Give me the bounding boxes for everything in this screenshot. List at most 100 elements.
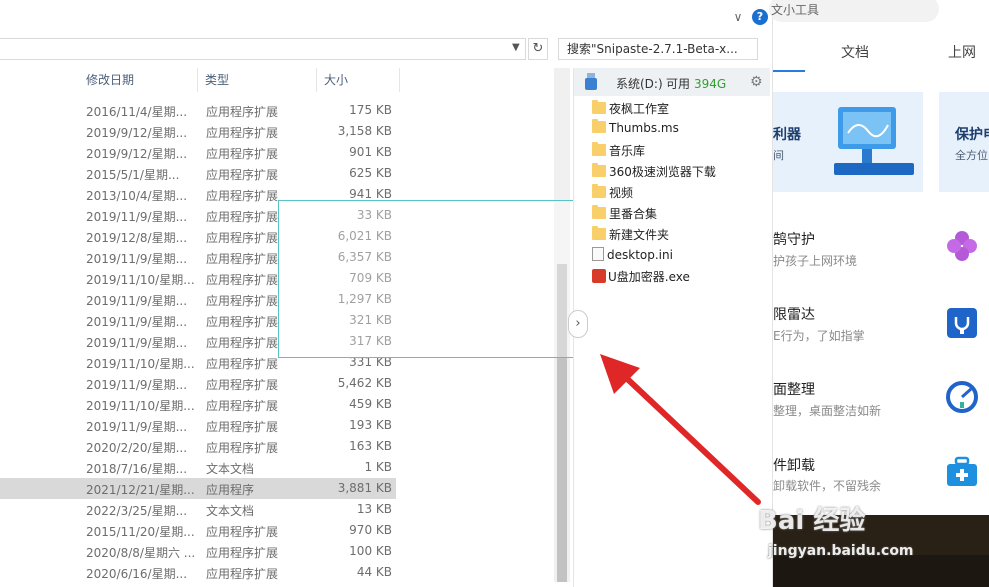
- cell-date: 2019/11/9/星期...: [86, 294, 188, 308]
- address-dropdown-icon[interactable]: ▼: [512, 42, 520, 53]
- gear-icon[interactable]: ⚙: [750, 75, 763, 89]
- tools-search-input[interactable]: 文小工具: [769, 0, 939, 22]
- tree-item[interactable]: U盘加密器.exe: [592, 268, 690, 289]
- table-row[interactable]: 2019/11/9/星期... 应用程序扩展 193 KB: [0, 415, 396, 436]
- tree-item-label: 新建文件夹: [609, 228, 670, 242]
- cell-date: 2020/6/16/星期...: [86, 567, 188, 581]
- folder-icon: [592, 226, 606, 240]
- help-icon[interactable]: ?: [752, 9, 768, 25]
- cell-type: 应用程序扩展: [206, 147, 279, 161]
- table-row[interactable]: 2019/11/10/星期... 应用程序扩展 459 KB: [0, 394, 396, 415]
- flower-icon[interactable]: [945, 229, 979, 263]
- cell-size: 901 KB: [349, 145, 392, 159]
- tree-item[interactable]: 新建文件夹: [592, 226, 669, 247]
- tree-item[interactable]: 夜枫工作室: [592, 100, 669, 121]
- table-row[interactable]: 2016/11/4/星期... 应用程序扩展 175 KB: [0, 100, 396, 121]
- cell-type: 应用程序: [206, 483, 255, 497]
- cell-date: 2022/3/25/星期...: [86, 504, 188, 518]
- exe-file-icon: [592, 269, 606, 283]
- usb-drive-icon: [585, 73, 597, 90]
- table-row[interactable]: 2022/3/25/星期... 文本文档 13 KB: [0, 499, 396, 520]
- cell-size: 1 KB: [364, 460, 392, 474]
- cell-date: 2019/11/9/星期...: [86, 210, 188, 224]
- cell-date: 2019/9/12/星期...: [86, 126, 188, 140]
- cell-size: 970 KB: [349, 523, 392, 537]
- tool-item-title[interactable]: 限雷达: [773, 304, 815, 324]
- tool-item-title[interactable]: 面整理: [773, 379, 815, 399]
- cell-type: 文本文档: [206, 462, 255, 476]
- cell-size: 44 KB: [356, 565, 392, 579]
- cell-date: 2019/11/10/星期...: [86, 399, 195, 413]
- banner-2-title: 保护电: [955, 127, 989, 143]
- cell-date: 2019/11/9/星期...: [86, 315, 188, 329]
- cell-size: 193 KB: [349, 418, 392, 432]
- monitor-illustration-icon: [834, 107, 914, 175]
- folder-icon: [592, 100, 606, 114]
- cell-size: 100 KB: [349, 544, 392, 558]
- table-row[interactable]: 2019/9/12/星期... 应用程序扩展 3,158 KB: [0, 121, 396, 142]
- cell-date: 2019/11/9/星期...: [86, 420, 188, 434]
- cell-date: 2016/11/4/星期...: [86, 105, 188, 119]
- cell-type: 应用程序扩展: [206, 273, 279, 287]
- folder-icon: [592, 142, 606, 156]
- tree-item-label: 视频: [609, 186, 634, 200]
- tools-panel: 文小工具 文档 上网 利器 间 保护电 全方位 鹄守护 护孩子上网环境 限雷达 …: [769, 0, 989, 587]
- cell-type: 应用程序扩展: [206, 525, 279, 539]
- cell-size: 459 KB: [349, 397, 392, 411]
- red-arrow-annotation: [600, 354, 761, 505]
- cell-type: 应用程序扩展: [206, 252, 279, 266]
- table-row[interactable]: 2015/5/1/星期... 应用程序扩展 625 KB: [0, 163, 396, 184]
- table-row[interactable]: 2019/11/9/星期... 应用程序扩展 5,462 KB: [0, 373, 396, 394]
- tab-internet[interactable]: 上网: [948, 42, 976, 62]
- tree-item-label: 360极速浏览器下载: [609, 165, 716, 179]
- cell-size: 163 KB: [349, 439, 392, 453]
- tree-item[interactable]: 里番合集: [592, 205, 657, 226]
- chevron-down-icon[interactable]: ∨: [731, 10, 745, 24]
- table-row[interactable]: 2021/12/21/星期... 应用程序 3,881 KB: [0, 478, 396, 499]
- column-header-date[interactable]: 修改日期: [80, 68, 198, 92]
- active-tab-indicator: [773, 70, 805, 72]
- search-input[interactable]: 搜索"Snipaste-2.7.1-Beta-x...: [558, 38, 758, 60]
- tree-item-label: U盘加密器.exe: [608, 270, 690, 284]
- tree-item[interactable]: 视频: [592, 184, 633, 205]
- cell-date: 2015/11/20/星期...: [86, 525, 195, 539]
- cell-type: 应用程序扩展: [206, 105, 279, 119]
- watermark-url: jingyan.baidu.com: [768, 543, 914, 559]
- table-row[interactable]: 2020/6/16/星期... 应用程序扩展 44 KB: [0, 562, 396, 583]
- cell-type: 应用程序扩展: [206, 210, 279, 224]
- cell-size: 5,462 KB: [337, 376, 392, 390]
- column-header-type[interactable]: 类型: [199, 68, 317, 92]
- table-row[interactable]: 2018/7/16/星期... 文本文档 1 KB: [0, 457, 396, 478]
- gauge-icon[interactable]: [945, 380, 979, 414]
- folder-icon: [592, 184, 606, 198]
- tool-item-title[interactable]: 鹄守护: [773, 229, 815, 249]
- cell-type: 应用程序扩展: [206, 441, 279, 455]
- title-bar: [0, 0, 772, 36]
- table-row[interactable]: 2015/11/20/星期... 应用程序扩展 970 KB: [0, 520, 396, 541]
- cell-type: 应用程序扩展: [206, 336, 279, 350]
- address-bar[interactable]: [0, 38, 526, 60]
- cell-type: 应用程序扩展: [206, 231, 279, 245]
- tree-item[interactable]: Thumbs.ms: [592, 119, 679, 142]
- cell-date: 2019/9/12/星期...: [86, 147, 188, 161]
- collapse-panel-button[interactable]: ›: [568, 310, 588, 338]
- column-header-size[interactable]: 大小: [318, 68, 400, 92]
- radar-icon[interactable]: [945, 306, 979, 340]
- cell-type: 文本文档: [206, 504, 255, 518]
- refresh-button[interactable]: ↻: [528, 38, 548, 60]
- cell-size: 625 KB: [349, 166, 392, 180]
- cell-size: 941 KB: [349, 187, 392, 201]
- tree-item[interactable]: 360极速浏览器下载: [592, 163, 716, 184]
- tree-item[interactable]: 音乐库: [592, 142, 645, 163]
- table-row[interactable]: 2020/2/20/星期... 应用程序扩展 163 KB: [0, 436, 396, 457]
- tool-item-title[interactable]: 件卸载: [773, 455, 815, 475]
- table-row[interactable]: 2020/8/8/星期六 ... 应用程序扩展 100 KB: [0, 541, 396, 562]
- game-banner-bar: [773, 555, 989, 587]
- drive-name[interactable]: 系统(D:): [616, 75, 663, 92]
- tab-documents[interactable]: 文档: [841, 42, 869, 62]
- toolbox-icon[interactable]: [945, 455, 979, 489]
- free-value: 394G: [694, 77, 727, 91]
- cell-date: 2019/11/10/星期...: [86, 273, 195, 287]
- table-row[interactable]: 2019/9/12/星期... 应用程序扩展 901 KB: [0, 142, 396, 163]
- tree-item[interactable]: desktop.ini: [592, 247, 673, 268]
